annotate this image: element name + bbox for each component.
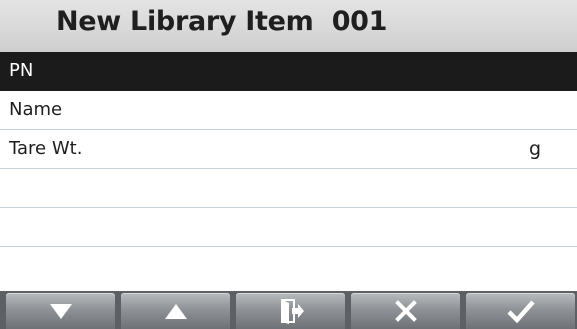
close-icon xyxy=(394,300,417,322)
confirm-button[interactable] xyxy=(466,293,575,329)
list-item-tare-weight[interactable]: Tare Wt. g xyxy=(0,130,577,169)
exit-button[interactable] xyxy=(236,293,345,329)
row-label: Name xyxy=(9,99,63,120)
row-label: Tare Wt. xyxy=(9,138,83,159)
softkey-bar xyxy=(0,291,577,329)
arrow-up-icon xyxy=(164,304,187,319)
library-item-screen: New Library Item 001 PN Name Tare Wt. g xyxy=(0,0,577,329)
exit-door-icon xyxy=(280,299,304,324)
title-bar: New Library Item 001 xyxy=(0,0,577,52)
list-item-pn[interactable]: PN xyxy=(0,52,577,91)
checkmark-icon xyxy=(506,300,535,324)
arrow-down-icon xyxy=(49,304,72,319)
list-item-empty xyxy=(0,247,577,286)
list-item-name[interactable]: Name xyxy=(0,91,577,130)
unit-label: g xyxy=(528,138,541,160)
row-label: PN xyxy=(9,60,34,81)
scroll-up-button[interactable] xyxy=(121,293,230,329)
scroll-down-button[interactable] xyxy=(6,293,115,329)
field-list: PN Name Tare Wt. g xyxy=(0,52,577,286)
list-item-empty xyxy=(0,169,577,208)
cancel-button[interactable] xyxy=(351,293,460,329)
page-title: New Library Item 001 xyxy=(56,6,388,37)
list-item-empty xyxy=(0,208,577,247)
